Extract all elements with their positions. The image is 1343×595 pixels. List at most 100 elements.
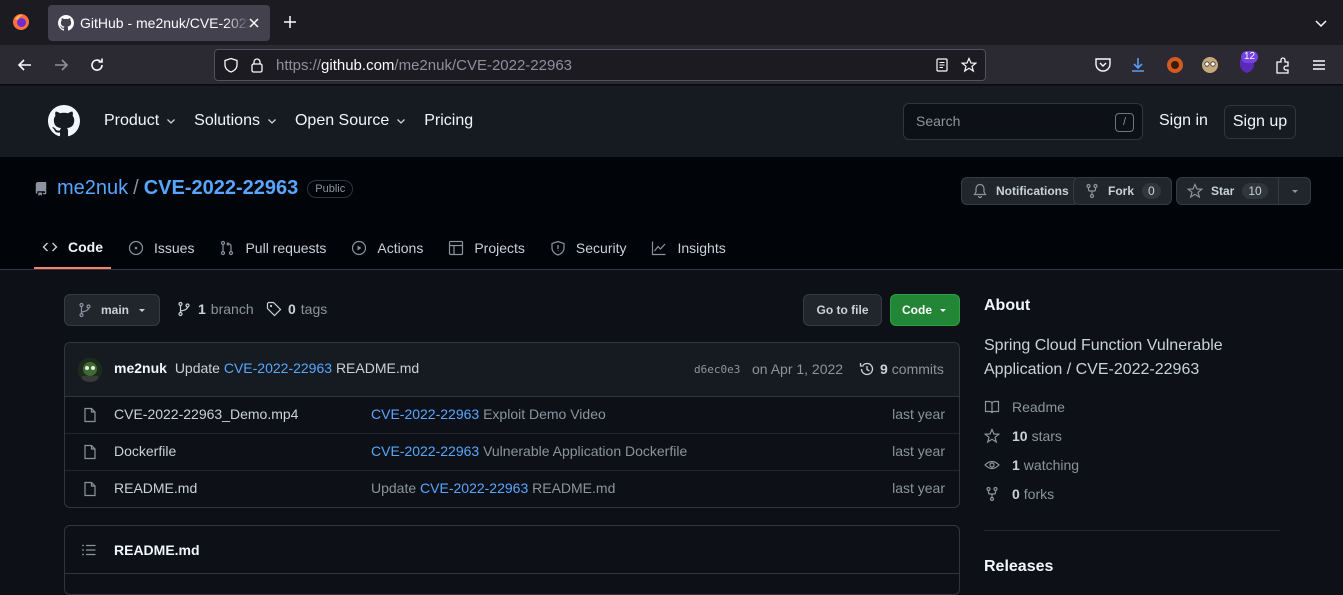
- file-row[interactable]: README.md Update CVE-2022-22963 README.m…: [65, 471, 959, 507]
- commit-date: on Apr 1, 2022: [752, 361, 844, 377]
- file-icon: [84, 481, 96, 497]
- sign-in-link[interactable]: Sign in: [1159, 112, 1208, 130]
- forks-count: 0: [1012, 486, 1020, 502]
- file-listing: me2nuk Update CVE-2022-22963 README.md d…: [64, 342, 960, 508]
- book-icon: [984, 400, 1000, 414]
- list-all-tabs-icon[interactable]: [1313, 15, 1329, 31]
- stars-count: 10: [1012, 428, 1028, 444]
- bell-icon: [973, 183, 987, 199]
- tab-issues-label: Issues: [154, 240, 195, 256]
- tab-projects[interactable]: Projects: [440, 227, 533, 269]
- file-commit-link[interactable]: CVE-2022-22963: [371, 406, 479, 422]
- avatar[interactable]: [78, 358, 102, 382]
- nav-product[interactable]: Product: [104, 112, 177, 130]
- file-name-link[interactable]: CVE-2022-22963_Demo.mp4: [114, 406, 298, 422]
- commit-author-link[interactable]: me2nuk: [114, 360, 167, 376]
- extensions-puzzle-icon[interactable]: [1273, 55, 1293, 75]
- browser-nav-bar: https://github.com/me2nuk/CVE-2022-22963…: [0, 45, 1343, 85]
- back-arrow-icon[interactable]: [16, 56, 34, 74]
- readme-title[interactable]: README.md: [114, 542, 200, 558]
- forks-link[interactable]: 0 forks: [984, 486, 1054, 502]
- pocket-icon[interactable]: [1093, 55, 1113, 75]
- branch-select-button[interactable]: main: [64, 294, 160, 326]
- tab-code[interactable]: Code: [34, 227, 111, 269]
- downloads-icon[interactable]: [1128, 55, 1148, 75]
- nav-solutions[interactable]: Solutions: [194, 112, 278, 130]
- file-icon: [84, 407, 96, 423]
- file-commit-message: CVE-2022-22963 Vulnerable Application Do…: [371, 443, 687, 459]
- hamburger-menu-icon[interactable]: [1309, 55, 1329, 75]
- forward-arrow-icon[interactable]: [52, 56, 70, 74]
- notifications-button[interactable]: Notifications: [961, 177, 1080, 205]
- github-logo-icon[interactable]: [48, 105, 80, 137]
- file-row[interactable]: CVE-2022-22963_Demo.mp4 CVE-2022-22963 E…: [65, 397, 959, 434]
- url-host: github.com: [321, 57, 395, 74]
- star-list-dropdown-button[interactable]: [1278, 177, 1311, 205]
- commit-message: me2nuk Update CVE-2022-22963 README.md: [114, 360, 419, 376]
- file-commit-suffix: README.md: [532, 480, 616, 496]
- star-button[interactable]: Star 10: [1176, 177, 1279, 205]
- repo-owner-link[interactable]: me2nuk: [57, 177, 128, 200]
- bookmark-star-icon[interactable]: [961, 57, 977, 73]
- play-icon: [352, 240, 367, 256]
- reload-icon[interactable]: [88, 56, 106, 74]
- tags-link[interactable]: 0 tags: [266, 301, 327, 317]
- close-tab-icon[interactable]: [246, 15, 262, 31]
- branches-link[interactable]: 1 branch: [176, 301, 254, 317]
- chevron-down-icon: [397, 119, 406, 124]
- new-tab-icon[interactable]: [282, 14, 298, 30]
- file-age: last year: [892, 480, 945, 496]
- readme-header: README.md: [65, 526, 959, 574]
- search-input[interactable]: Search /: [903, 103, 1143, 140]
- forks-label: forks: [1023, 486, 1055, 502]
- header-nav: Product Solutions Open Source Pricing: [104, 112, 490, 130]
- commit-message-link[interactable]: CVE-2022-22963: [224, 360, 332, 376]
- nav-pricing[interactable]: Pricing: [424, 112, 473, 130]
- tab-actions[interactable]: Actions: [343, 227, 431, 269]
- releases-heading[interactable]: Releases: [984, 558, 1053, 576]
- stars-label: stars: [1031, 428, 1062, 444]
- lock-icon[interactable]: [249, 57, 265, 73]
- reader-view-icon[interactable]: [934, 57, 950, 73]
- tab-pull-requests[interactable]: Pull requests: [211, 227, 334, 269]
- nav-pricing-label: Pricing: [424, 112, 474, 129]
- sign-up-button[interactable]: Sign up: [1224, 105, 1296, 139]
- file-name-link[interactable]: Dockerfile: [114, 443, 176, 459]
- nav-open-source[interactable]: Open Source: [295, 112, 407, 130]
- browser-tab-active[interactable]: GitHub - me2nuk/CVE-2022-22963: [48, 5, 270, 41]
- nav-open-source-label: Open Source: [294, 112, 390, 129]
- go-to-file-button[interactable]: Go to file: [803, 294, 882, 326]
- tag-count: 0: [288, 301, 296, 317]
- url-bar[interactable]: https://github.com/me2nuk/CVE-2022-22963: [214, 49, 986, 81]
- repo-tabs: Code Issues Pull requests Actions Projec…: [34, 227, 743, 270]
- nav-solutions-label: Solutions: [194, 112, 260, 129]
- tab-insights[interactable]: Insights: [643, 227, 733, 269]
- code-dropdown-button[interactable]: Code: [890, 294, 960, 326]
- fork-button[interactable]: Fork 0: [1073, 177, 1172, 205]
- file-commit-link[interactable]: CVE-2022-22963: [420, 480, 528, 496]
- stars-link[interactable]: 10 stars: [984, 428, 1062, 444]
- table-icon: [449, 240, 464, 256]
- tracking-shield-icon[interactable]: [223, 57, 239, 73]
- file-commit-link[interactable]: CVE-2022-22963: [371, 443, 479, 459]
- chevron-down-icon: [167, 119, 176, 124]
- file-name-link[interactable]: README.md: [114, 480, 197, 496]
- extension-face-icon[interactable]: [1200, 55, 1220, 75]
- tab-issues[interactable]: Issues: [120, 227, 202, 269]
- tab-security[interactable]: Security: [542, 227, 635, 269]
- repo-name-link[interactable]: CVE-2022-22963: [144, 177, 299, 200]
- commit-sha-link[interactable]: d6ec0e3: [694, 363, 740, 376]
- list-unordered-icon[interactable]: [81, 542, 97, 558]
- url-text[interactable]: https://github.com/me2nuk/CVE-2022-22963: [276, 57, 572, 74]
- visibility-badge: Public: [307, 179, 354, 198]
- readme-link[interactable]: Readme: [984, 399, 1065, 415]
- extension-fox-icon[interactable]: [1165, 55, 1185, 75]
- watching-count: 1: [1012, 457, 1020, 473]
- history-icon: [859, 362, 874, 376]
- code-button-label: Code: [902, 303, 932, 317]
- git-pull-request-icon: [221, 240, 234, 256]
- file-row[interactable]: Dockerfile CVE-2022-22963 Vulnerable App…: [65, 434, 959, 471]
- watchers-link[interactable]: 1 watching: [984, 457, 1079, 473]
- firefox-icon[interactable]: [12, 13, 30, 31]
- commits-history-link[interactable]: 9 commits: [859, 361, 944, 377]
